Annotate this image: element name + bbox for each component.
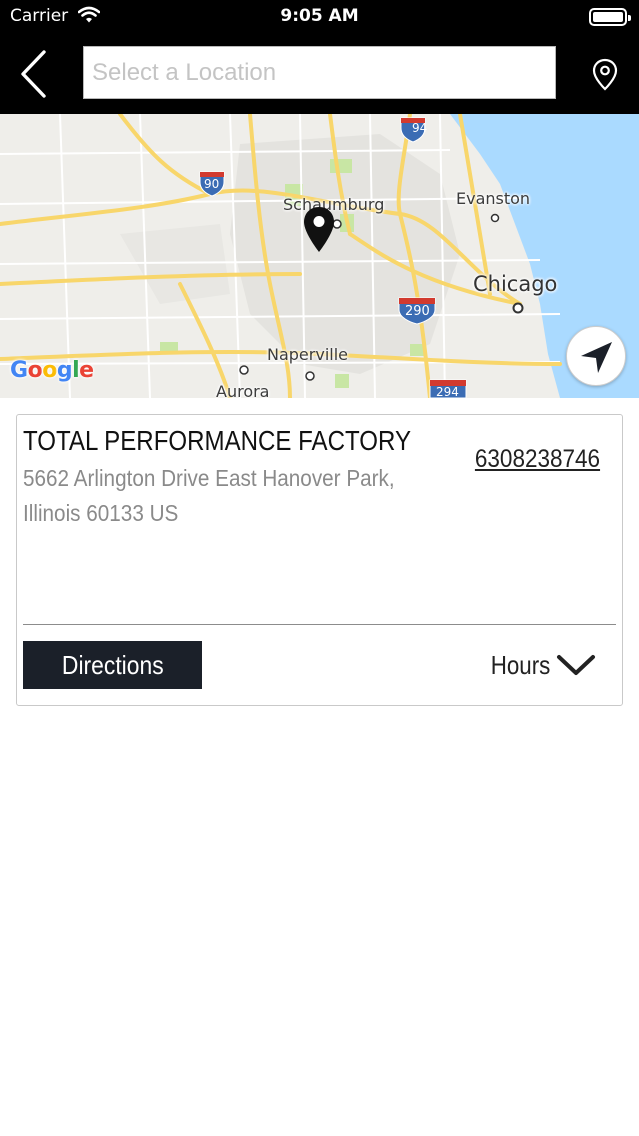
chevron-left-icon <box>21 50 46 98</box>
map-label-chicago: Chicago <box>473 272 558 296</box>
i290-shield-label: 290 <box>405 304 430 319</box>
i94-shield-label: 94 <box>412 121 428 135</box>
navigation-arrow-icon <box>581 342 612 373</box>
top-nav-bar <box>0 34 639 114</box>
directions-button[interactable]: Directions <box>23 641 202 689</box>
my-location-button[interactable] <box>566 326 626 386</box>
location-name: TOTAL PERFORMANCE FACTORY <box>23 425 412 456</box>
battery-icon <box>589 8 631 26</box>
google-logo: Google <box>10 358 94 383</box>
map-pin-icon <box>592 58 618 91</box>
i294-shield-label: 294 <box>436 385 459 398</box>
chevron-down-icon <box>557 655 595 675</box>
directions-label: Directions <box>61 649 164 680</box>
hours-toggle[interactable]: Hours <box>481 647 596 683</box>
location-address: 5662 Arlington Drive East Hanover Park, … <box>23 461 443 531</box>
location-search-input[interactable] <box>83 46 556 99</box>
map-marker-icon <box>304 207 334 252</box>
location-pin-button[interactable] <box>590 58 620 92</box>
address-line-1: 5662 Arlington Drive East Hanover Park, <box>23 465 395 491</box>
clock: 9:05 AM <box>280 6 359 26</box>
phone-link[interactable]: 6308238746 <box>475 445 600 474</box>
i90-shield-label: 90 <box>204 177 220 191</box>
map-label-evanston: Evanston <box>456 189 531 208</box>
status-bar: Carrier 9:05 AM <box>0 0 639 34</box>
back-button[interactable] <box>14 48 54 100</box>
location-marker[interactable] <box>302 206 336 254</box>
card-divider <box>23 624 616 625</box>
hours-label: Hours <box>490 649 550 680</box>
map-label-naperville: Naperville <box>267 345 348 364</box>
location-card: TOTAL PERFORMANCE FACTORY 5662 Arlington… <box>16 414 623 706</box>
map-view[interactable]: 94 90 290 294 Schaumburg Evanston Chicag… <box>0 114 639 398</box>
map-label-aurora: Aurora <box>216 382 270 398</box>
address-line-2: Illinois 60133 US <box>23 500 179 526</box>
